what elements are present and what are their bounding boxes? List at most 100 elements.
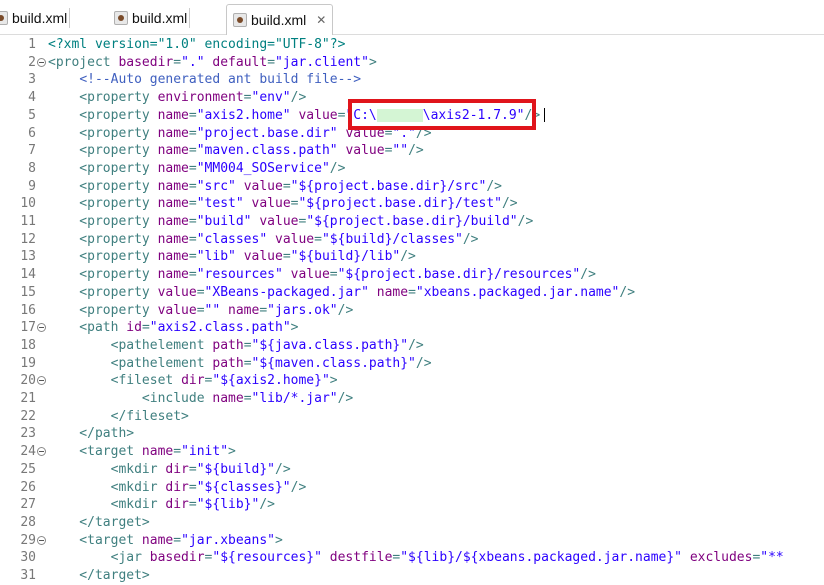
code-line[interactable]: 9 <property name="src" value="${project.… (0, 178, 824, 196)
code-text: <project basedir="." default="jar.client… (48, 54, 377, 72)
code-line[interactable]: 17 <path id="axis2.class.path"> (0, 319, 824, 337)
close-icon[interactable]: ✕ (316, 13, 326, 27)
code-line[interactable]: 23 </path> (0, 425, 824, 443)
code-line[interactable]: 3 <!--Auto generated ant build file--> (0, 71, 824, 89)
code-token: = (243, 391, 252, 406)
code-token: path (212, 355, 244, 371)
line-number: 29 (20, 532, 36, 548)
line-number: 9 (28, 178, 36, 194)
fold-toggle-icon[interactable] (37, 535, 46, 545)
code-token: /> (337, 391, 354, 406)
code-line[interactable]: 1 <?xml version="1.0" encoding="UTF-8"?> (0, 36, 824, 54)
code-token: "MM004_SOService" (196, 160, 330, 176)
code-token: = (173, 54, 182, 70)
code-line[interactable]: 13 <property name="lib" value="${build}/… (0, 248, 824, 266)
code-text: </path> (48, 425, 134, 443)
code-text: <mkdir dir="${lib}"/> (48, 496, 275, 514)
fold-toggle-icon[interactable] (37, 323, 46, 333)
code-line[interactable]: 7 <property name="maven.class.path" valu… (0, 142, 824, 160)
code-token: "axis2.home" (196, 107, 291, 123)
line-number: 30 (20, 550, 36, 566)
code-line[interactable]: 14 <property name="resources" value="${p… (0, 266, 824, 284)
code-token: name (157, 125, 189, 141)
code-line[interactable]: 27 <mkdir dir="${lib}"/> (0, 496, 824, 514)
code-token: name (157, 267, 189, 283)
code-text: <property name="resources" value="${proj… (48, 266, 596, 284)
code-line[interactable]: 21 <include name="lib/*.jar"/> (0, 390, 824, 408)
code-token: = (259, 302, 268, 318)
code-token: name (157, 249, 189, 265)
code-token: "jar.client" (275, 54, 369, 70)
code-line[interactable]: 28 </target> (0, 514, 824, 532)
code-text: <property name="maven.class.path" value=… (48, 142, 423, 160)
code-token: <property (48, 214, 158, 229)
code-line[interactable]: 12 <property name="classes" value="${bui… (0, 231, 824, 249)
code-line[interactable]: 8 <property name="MM004_SOService"/> (0, 160, 824, 178)
code-line[interactable]: 26 <mkdir dir="${classes}"/> (0, 479, 824, 497)
code-token: value (259, 214, 299, 229)
code-line[interactable]: 18 <pathelement path="${java.class.path}… (0, 337, 824, 355)
code-token: "${java.class.path}" (251, 337, 409, 353)
code-text: <fileset dir="${axis2.home}"> (48, 372, 338, 390)
code-line[interactable]: 10 <property name="test" value="${projec… (0, 195, 824, 213)
code-text: <path id="axis2.class.path"> (48, 319, 298, 337)
code-text: </target> (48, 514, 149, 532)
code-line[interactable]: 2 <project basedir="." default="jar.clien… (0, 54, 824, 72)
code-line[interactable]: 15 <property value="XBeans-packaged.jar"… (0, 284, 824, 302)
code-token: "${lib}/${xbeans.packaged.jar.name}" (400, 550, 682, 566)
code-token: = (173, 532, 182, 548)
ant-file-icon (0, 11, 8, 25)
code-text: <property name="MM004_SOService"/> (48, 160, 345, 178)
code-token: "src" (196, 178, 236, 194)
code-token: /> (462, 231, 479, 247)
fold-toggle-icon[interactable] (37, 57, 46, 67)
code-token: = (196, 284, 205, 300)
code-line[interactable]: 30 <jar basedir="${resources}" destfile=… (0, 549, 824, 567)
code-line[interactable]: 31 </target> (0, 567, 824, 585)
code-token: "xbeans.packaged.jar.name" (415, 284, 620, 300)
code-token: "build" (196, 214, 252, 229)
code-token: > (228, 444, 236, 460)
code-text: <property environment="env"/> (48, 89, 306, 107)
code-token: value (298, 107, 338, 123)
line-number: 22 (20, 408, 36, 424)
code-token: id (126, 320, 142, 336)
code-line[interactable]: 20 <fileset dir="${axis2.home}"> (0, 372, 824, 390)
code-line[interactable]: 25 <mkdir dir="${build}"/> (0, 461, 824, 479)
code-token: destfile (329, 550, 393, 566)
code-line[interactable]: 24 <target name="init"> (0, 443, 824, 461)
code-line[interactable]: 19 <pathelement path="${maven.class.path… (0, 355, 824, 373)
code-line[interactable]: 16 <property value="" name="jars.ok"/> (0, 302, 824, 320)
code-token: name (157, 160, 189, 176)
tab-build-xml-active[interactable]: build.xml ✕ (226, 4, 334, 35)
fold-toggle-icon[interactable] (37, 447, 46, 457)
line-number: 15 (20, 284, 36, 300)
tab-build-xml-2[interactable]: build.xml (114, 5, 191, 31)
code-token: = (329, 267, 338, 283)
code-token: <project (48, 54, 119, 70)
code-text: <property value="XBeans-packaged.jar" na… (48, 284, 635, 302)
code-line[interactable]: 11 <property name="build" value="${proje… (0, 213, 824, 231)
code-token: <target (48, 532, 142, 548)
code-line[interactable]: 22 </fileset> (0, 408, 824, 426)
code-token: name (157, 107, 189, 123)
code-token: "${project.base.dir}/src" (290, 178, 487, 194)
code-token: "maven.class.path" (196, 143, 338, 159)
fold-toggle-icon[interactable] (37, 376, 46, 386)
code-token: = (188, 249, 197, 265)
code-text: <property name="lib" value="${build}/lib… (48, 248, 416, 266)
line-number: 1 (28, 37, 36, 52)
code-token: > (274, 532, 283, 548)
tab-build-xml-1[interactable]: build.xml (0, 5, 71, 31)
code-token: = (173, 444, 182, 460)
code-line[interactable]: 29 <target name="jar.xbeans"> (0, 532, 824, 550)
code-token: value (243, 249, 283, 265)
code-token: "" (204, 302, 221, 318)
code-token: name (157, 196, 189, 212)
code-token: /> (517, 214, 534, 229)
line-number: 24 (20, 444, 36, 460)
